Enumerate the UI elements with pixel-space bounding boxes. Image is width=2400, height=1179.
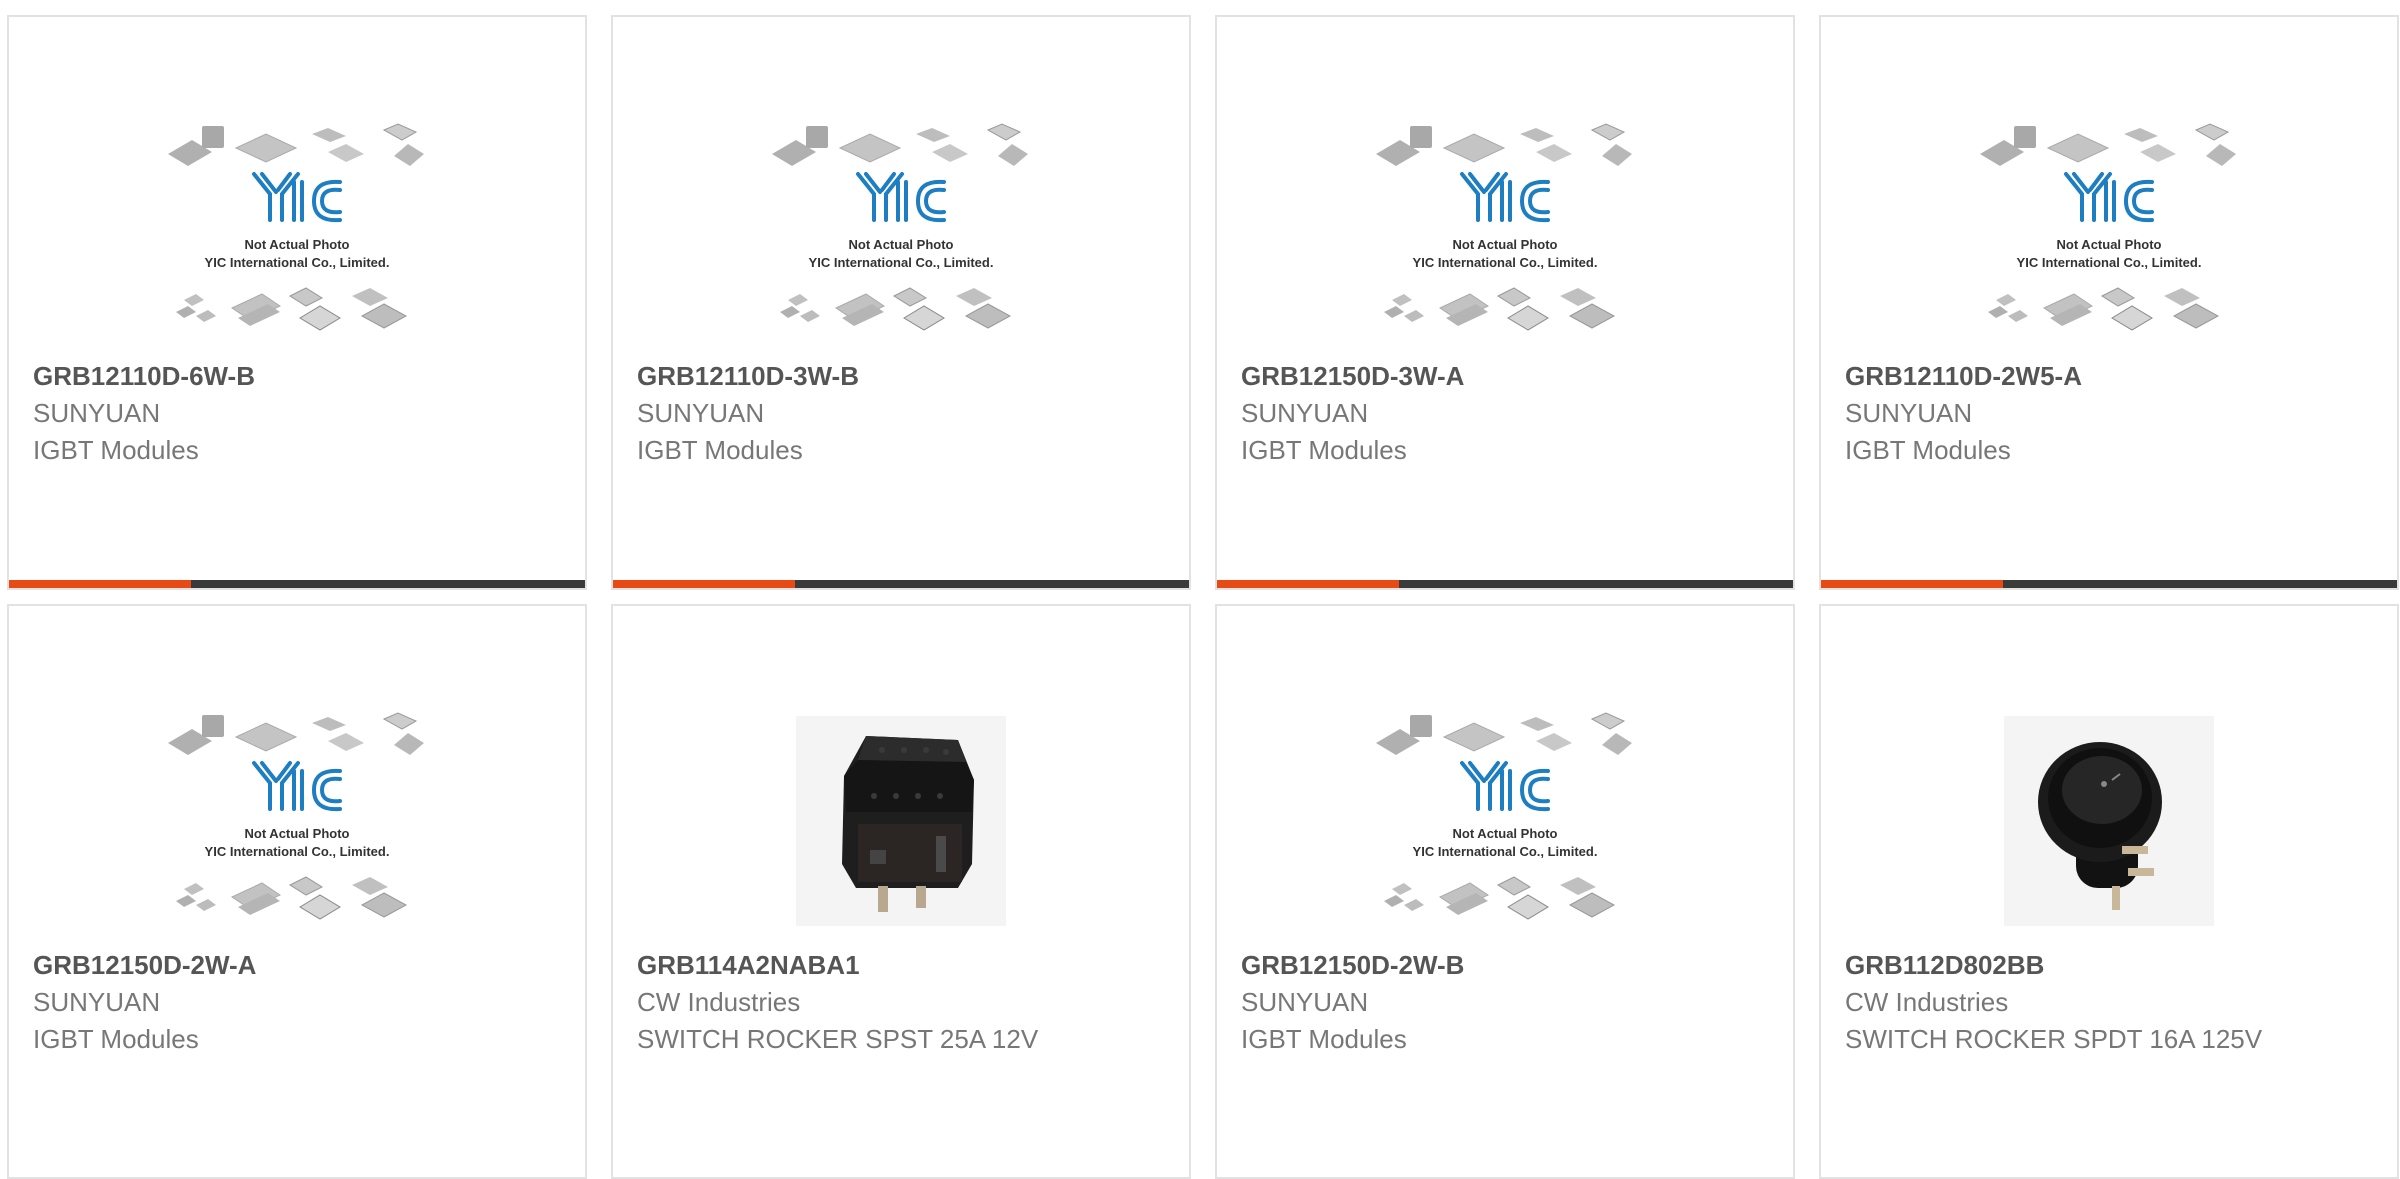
product-info: GRB12150D-2W-B SUNYUAN IGBT Modules — [1241, 946, 1769, 1058]
description: IGBT Modules — [33, 1024, 199, 1054]
placeholder-graphic: Not Actual Photo YIC International Co., … — [1376, 711, 1632, 920]
product-image[interactable]: Not Actual Photo YIC International Co., … — [1217, 688, 1793, 953]
product-image[interactable]: Not Actual Photo YIC International Co., … — [9, 99, 585, 364]
placeholder-line1: Not Actual Photo — [2057, 237, 2162, 252]
product-info: GRB114A2NABA1 CW Industries SWITCH ROCKE… — [637, 946, 1165, 1058]
product-info: GRB112D802BB CW Industries SWITCH ROCKER… — [1845, 946, 2373, 1058]
placeholder-line2: YIC International Co., Limited. — [2017, 255, 2202, 270]
description: IGBT Modules — [1241, 435, 1407, 465]
manufacturer: SUNYUAN — [33, 987, 161, 1017]
placeholder-line1: Not Actual Photo — [245, 826, 350, 841]
description: SWITCH ROCKER SPST 25A 12V — [637, 1024, 1039, 1054]
product-card[interactable]: Not Actual Photo YIC International Co., … — [1215, 604, 1795, 1179]
manufacturer: SUNYUAN — [33, 398, 161, 428]
card-bottom-bar — [613, 580, 1189, 588]
product-card[interactable]: GRB114A2NABA1 CW Industries SWITCH ROCKE… — [611, 604, 1191, 1179]
placeholder-line2: YIC International Co., Limited. — [205, 255, 390, 270]
manufacturer: CW Industries — [1845, 987, 2009, 1017]
product-card[interactable]: Not Actual Photo YIC International Co., … — [7, 604, 587, 1179]
part-number-link[interactable]: GRB114A2NABA1 — [637, 946, 1165, 984]
card-accent-bar — [613, 580, 795, 588]
description: SWITCH ROCKER SPDT 16A 125V — [1845, 1024, 2263, 1054]
product-image[interactable]: Not Actual Photo YIC International Co., … — [613, 99, 1189, 364]
part-number-link[interactable]: GRB12110D-3W-B — [637, 357, 1165, 395]
rocker-switch-graphic — [796, 715, 1006, 926]
round-rocker-switch-graphic — [2004, 715, 2214, 926]
placeholder-graphic: Not Actual Photo YIC International Co., … — [1376, 122, 1632, 331]
part-number-link[interactable]: GRB12150D-2W-A — [33, 946, 561, 984]
product-image[interactable] — [613, 688, 1189, 953]
description: IGBT Modules — [1241, 1024, 1407, 1054]
manufacturer: SUNYUAN — [1241, 398, 1369, 428]
description: IGBT Modules — [637, 435, 803, 465]
placeholder-line2: YIC International Co., Limited. — [1413, 255, 1598, 270]
product-info: GRB12110D-3W-B SUNYUAN IGBT Modules — [637, 357, 1165, 469]
card-accent-bar — [9, 580, 191, 588]
product-info: GRB12110D-2W5-A SUNYUAN IGBT Modules — [1845, 357, 2373, 469]
product-image[interactable]: Not Actual Photo YIC International Co., … — [1217, 99, 1793, 364]
placeholder-line2: YIC International Co., Limited. — [809, 255, 994, 270]
product-info: GRB12150D-3W-A SUNYUAN IGBT Modules — [1241, 357, 1769, 469]
manufacturer: SUNYUAN — [637, 398, 765, 428]
product-card[interactable]: Not Actual Photo YIC International Co., … — [1215, 15, 1795, 590]
placeholder-graphic: Not Actual Photo YIC International Co., … — [168, 122, 424, 331]
placeholder-graphic: Not Actual Photo YIC International Co., … — [168, 711, 424, 920]
part-number-link[interactable]: GRB112D802BB — [1845, 946, 2373, 984]
product-image[interactable] — [1821, 688, 2397, 953]
placeholder-line1: Not Actual Photo — [245, 237, 350, 252]
placeholder-line2: YIC International Co., Limited. — [205, 844, 390, 859]
product-card[interactable]: GRB112D802BB CW Industries SWITCH ROCKER… — [1819, 604, 2399, 1179]
manufacturer: CW Industries — [637, 987, 801, 1017]
product-info: GRB12150D-2W-A SUNYUAN IGBT Modules — [33, 946, 561, 1058]
manufacturer: SUNYUAN — [1845, 398, 1973, 428]
placeholder-line2: YIC International Co., Limited. — [1413, 844, 1598, 859]
product-image[interactable]: Not Actual Photo YIC International Co., … — [9, 688, 585, 953]
manufacturer: SUNYUAN — [1241, 987, 1369, 1017]
part-number-link[interactable]: GRB12110D-2W5-A — [1845, 357, 2373, 395]
product-grid: Not Actual Photo YIC International Co., … — [7, 15, 2399, 1179]
placeholder-line1: Not Actual Photo — [1453, 826, 1558, 841]
product-card[interactable]: Not Actual Photo YIC International Co., … — [7, 15, 587, 590]
product-info: GRB12110D-6W-B SUNYUAN IGBT Modules — [33, 357, 561, 469]
card-accent-bar — [1821, 580, 2003, 588]
part-number-link[interactable]: GRB12110D-6W-B — [33, 357, 561, 395]
part-number-link[interactable]: GRB12150D-3W-A — [1241, 357, 1769, 395]
card-accent-bar — [1217, 580, 1399, 588]
card-bottom-bar — [9, 580, 585, 588]
placeholder-graphic: Not Actual Photo YIC International Co., … — [772, 122, 1028, 331]
placeholder-graphic: Not Actual Photo YIC International Co., … — [1980, 122, 2236, 331]
product-card[interactable]: Not Actual Photo YIC International Co., … — [1819, 15, 2399, 590]
description: IGBT Modules — [1845, 435, 2011, 465]
placeholder-line1: Not Actual Photo — [1453, 237, 1558, 252]
part-number-link[interactable]: GRB12150D-2W-B — [1241, 946, 1769, 984]
product-image[interactable]: Not Actual Photo YIC International Co., … — [1821, 99, 2397, 364]
card-bottom-bar — [1821, 580, 2397, 588]
placeholder-line1: Not Actual Photo — [849, 237, 954, 252]
card-bottom-bar — [1217, 580, 1793, 588]
product-card[interactable]: Not Actual Photo YIC International Co., … — [611, 15, 1191, 590]
description: IGBT Modules — [33, 435, 199, 465]
